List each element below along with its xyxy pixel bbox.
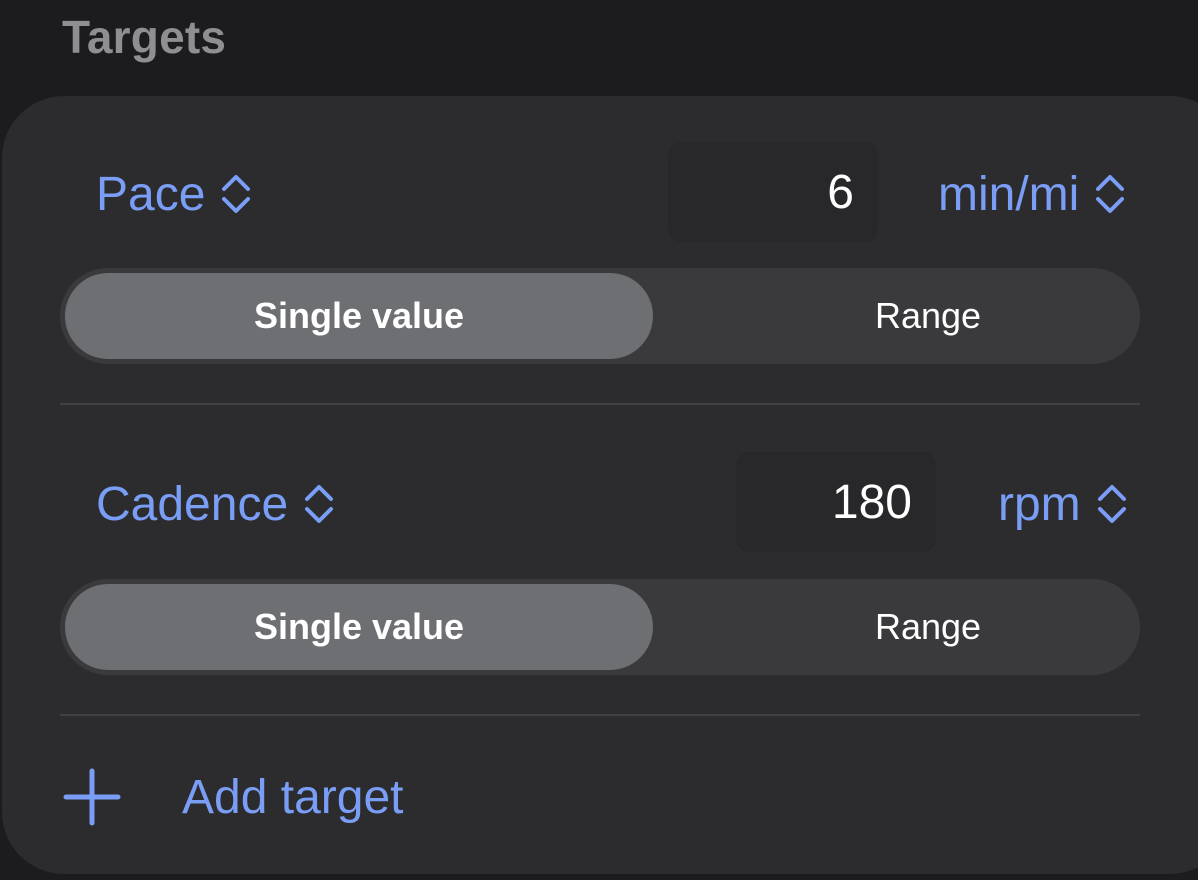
unit-label: min/mi <box>938 167 1080 221</box>
value-field-pace[interactable]: 6 <box>668 142 878 242</box>
chevron-up-down-icon <box>1097 485 1126 523</box>
segment-single-value[interactable]: Single value <box>65 584 653 670</box>
metric-label: Pace <box>96 167 206 221</box>
add-target-label: Add target <box>182 770 404 824</box>
unit-picker-pace[interactable]: min/mi <box>938 162 1127 226</box>
divider <box>60 714 1140 716</box>
metric-picker-cadence[interactable]: Cadence <box>96 472 336 536</box>
mode-segmented-control-pace: Single value Range <box>60 268 1140 364</box>
unit-picker-cadence[interactable]: rpm <box>998 472 1129 536</box>
segment-range[interactable]: Range <box>658 273 1198 359</box>
divider <box>60 403 1140 405</box>
metric-picker-pace[interactable]: Pace <box>96 162 253 226</box>
value-field-cadence[interactable]: 180 <box>736 452 936 552</box>
chevron-up-down-icon <box>222 175 251 213</box>
mode-segmented-control-cadence: Single value Range <box>60 579 1140 675</box>
plus-icon <box>63 768 121 826</box>
add-target-button[interactable]: Add target <box>60 760 403 834</box>
section-header: Targets <box>62 11 227 63</box>
segment-range[interactable]: Range <box>658 584 1198 670</box>
chevron-up-down-icon <box>1096 175 1125 213</box>
segment-single-value[interactable]: Single value <box>65 273 653 359</box>
unit-label: rpm <box>998 477 1081 531</box>
chevron-up-down-icon <box>305 485 334 523</box>
metric-label: Cadence <box>96 477 289 531</box>
